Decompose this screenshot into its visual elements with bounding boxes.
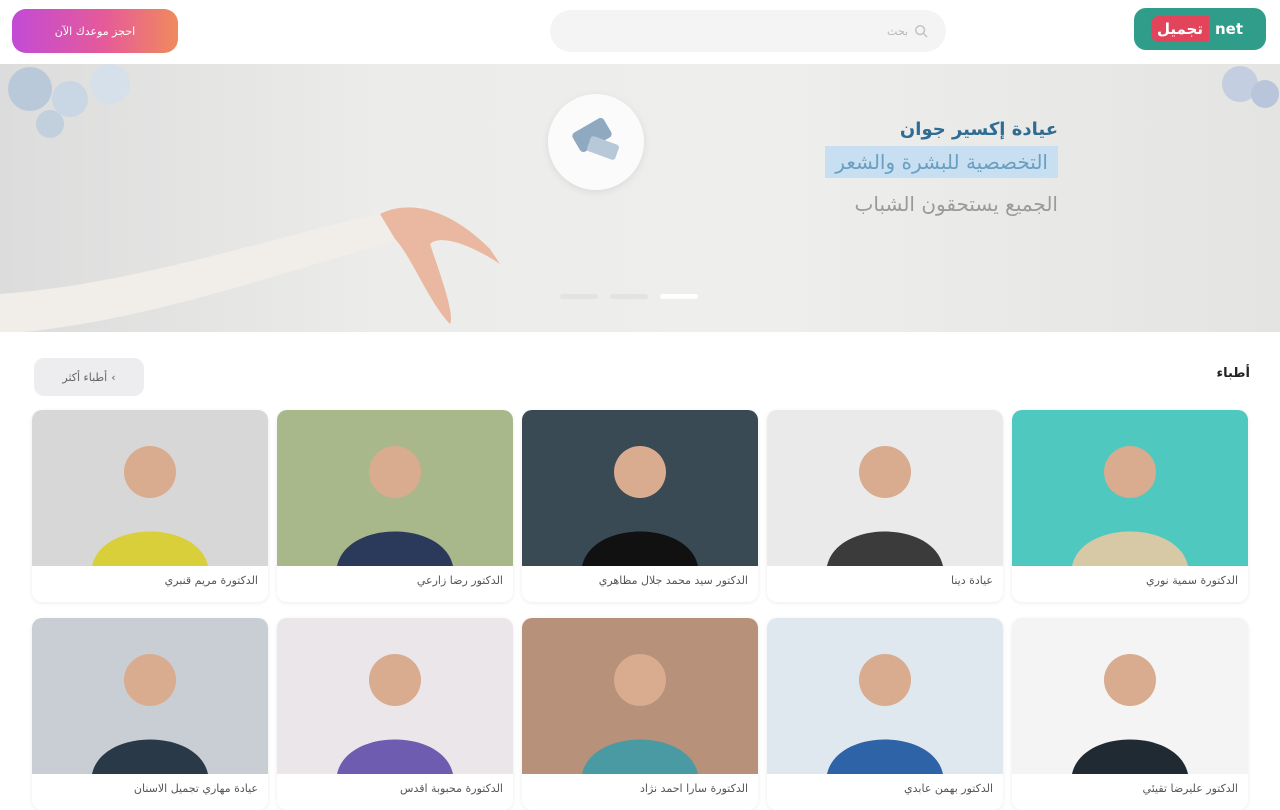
- doctor-card[interactable]: الدكتور رضا زارعي: [277, 410, 513, 602]
- doctor-photo: [767, 618, 1003, 774]
- doctor-card[interactable]: الدكتورة سارا احمد نژاد: [522, 618, 758, 810]
- more-doctors-button[interactable]: أطباء أكثر ‹: [34, 358, 144, 396]
- dental-chair-icon: [572, 117, 619, 160]
- carousel-dot[interactable]: [560, 294, 598, 299]
- doctor-card[interactable]: الدكتور سيد محمد جلال مظاهري: [522, 410, 758, 602]
- carousel-dot[interactable]: [610, 294, 648, 299]
- hero-text-block: عيادة إكسير جوان التخصصية للبشرة والشعر …: [825, 119, 1058, 216]
- doctor-name: الدكتورة سارا احمد نژاد: [640, 782, 748, 795]
- more-doctors-label: أطباء أكثر: [62, 370, 108, 384]
- doctor-card[interactable]: الدكتور عليرضا تقيئي: [1012, 618, 1248, 810]
- doctor-name: الدكتور بهمن عابدي: [904, 782, 993, 795]
- doctor-card[interactable]: عيادة دينا: [767, 410, 1003, 602]
- top-header: احجز موعدك الآن بحث تجميل net: [0, 0, 1280, 62]
- doctor-card[interactable]: الدكتور بهمن عابدي: [767, 618, 1003, 810]
- doctor-name: عيادة دينا: [950, 574, 993, 587]
- hero-banner[interactable]: عيادة إكسير جوان التخصصية للبشرة والشعر …: [0, 64, 1280, 332]
- doctor-photo: [32, 410, 268, 566]
- hero-tagline: الجميع يستحقون الشباب: [854, 192, 1058, 216]
- doctor-name: عيادة مهاري تجميل الاسنان: [133, 782, 258, 795]
- book-appointment-button[interactable]: احجز موعدك الآن: [12, 9, 178, 53]
- hero-subtitle: التخصصية للبشرة والشعر: [825, 146, 1058, 178]
- flower-decoration-icon: [8, 64, 130, 138]
- search-placeholder: بحث: [887, 24, 908, 38]
- logo-text-secondary: net: [1214, 20, 1244, 38]
- doctor-card[interactable]: الدكتورة سمية نوري: [1012, 410, 1248, 602]
- doctor-name: الدكتور رضا زارعي: [416, 574, 503, 587]
- doctor-card[interactable]: عيادة مهاري تجميل الاسنان: [32, 618, 268, 810]
- doctor-name: الدكتورة مريم قنبري: [164, 574, 258, 587]
- hand-illustration: [0, 204, 500, 332]
- doctor-card[interactable]: الدكتورة محبوبة اقدس: [277, 618, 513, 810]
- chevron-left-icon: ‹: [111, 370, 116, 384]
- doctor-photo: [1012, 618, 1248, 774]
- carousel-indicators: [560, 294, 698, 299]
- carousel-dot[interactable]: [660, 294, 698, 299]
- doctor-photo: [522, 618, 758, 774]
- flower-decoration-icon: [1222, 66, 1279, 108]
- doctor-photo: [277, 618, 513, 774]
- doctor-photo: [1012, 410, 1248, 566]
- doctor-name: الدكتورة سمية نوري: [1146, 574, 1238, 587]
- hero-title: عيادة إكسير جوان: [899, 119, 1058, 140]
- logo-text-primary: تجميل: [1150, 16, 1209, 42]
- doctor-name: الدكتورة محبوبة اقدس: [400, 782, 503, 795]
- doctor-photo: [277, 410, 513, 566]
- doctor-photo: [522, 410, 758, 566]
- clinic-badge: [548, 94, 644, 190]
- search-icon: [914, 24, 928, 38]
- search-input[interactable]: بحث: [550, 10, 946, 52]
- doctor-photo: [32, 618, 268, 774]
- doctor-name: الدكتور عليرضا تقيئي: [1142, 782, 1238, 795]
- doctor-card[interactable]: الدكتورة مريم قنبري: [32, 410, 268, 602]
- doctor-name: الدكتور سيد محمد جلال مظاهري: [598, 574, 748, 587]
- doctor-photo: [767, 410, 1003, 566]
- section-title: أطباء: [1216, 366, 1250, 381]
- site-logo[interactable]: تجميل net: [1134, 8, 1266, 50]
